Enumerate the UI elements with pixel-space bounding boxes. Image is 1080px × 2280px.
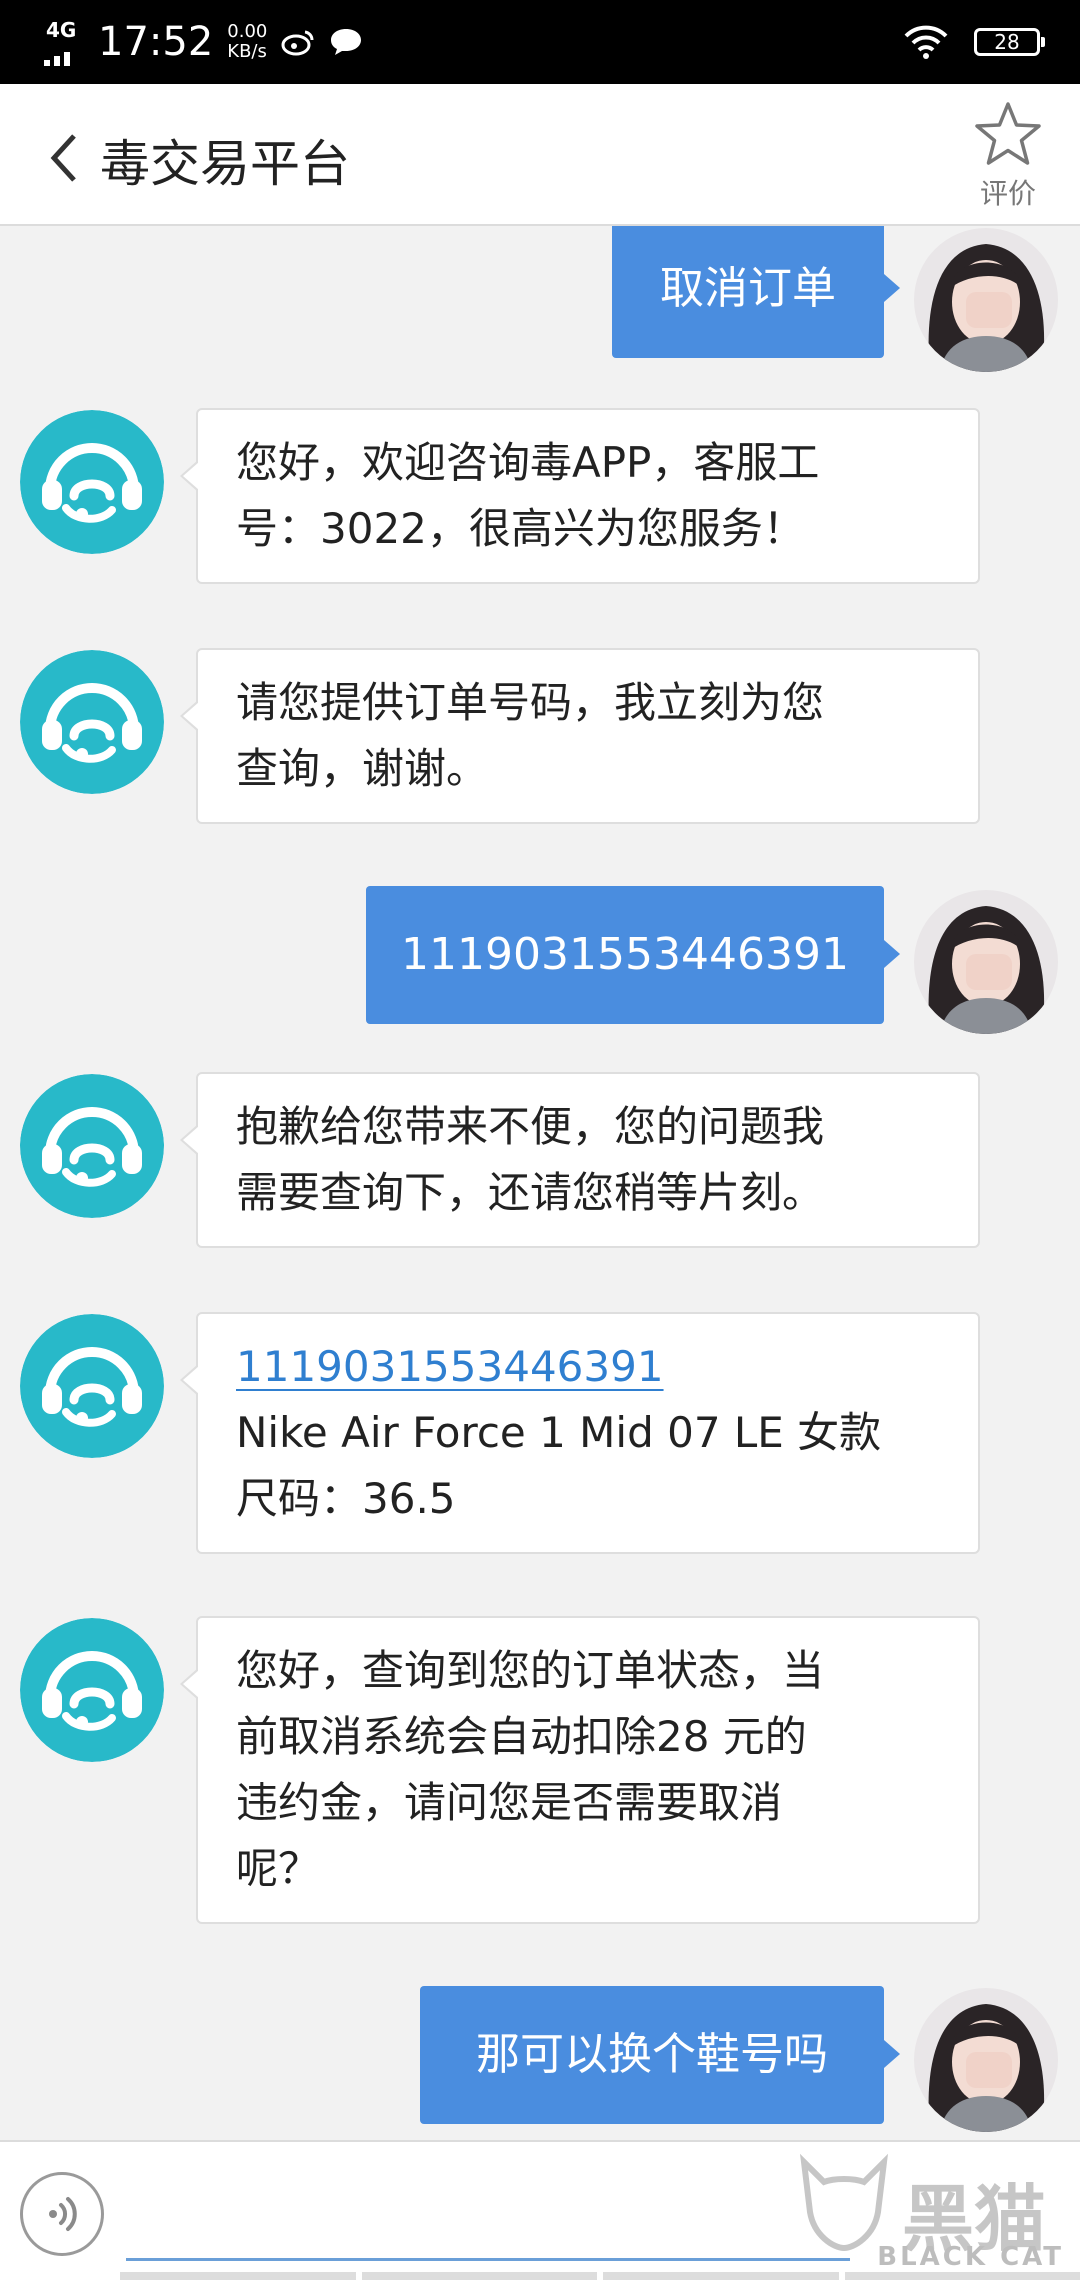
message-text: 取消订单	[660, 263, 836, 314]
agent-message: 请您提供订单号码，我立刻为您 查询，谢谢。	[180, 648, 980, 824]
agent-message: 抱歉给您带来不便，您的问题我 需要查询下，还请您稍等片刻。	[180, 1072, 980, 1248]
user-avatar[interactable]	[914, 228, 1058, 372]
rate-label: 评价	[979, 177, 1036, 210]
network-type: 4G	[46, 18, 77, 42]
agent-avatar[interactable]	[20, 650, 164, 794]
agent-headset-icon	[20, 650, 164, 794]
keyboard-edge	[120, 2272, 1080, 2280]
user-avatar[interactable]	[914, 890, 1058, 1034]
page-title: 毒交易平台	[100, 135, 350, 193]
message-line: 违约金，请问您是否需要取消	[236, 1778, 783, 1827]
message-line: 前取消系统会自动扣除28 元的	[236, 1712, 807, 1761]
user-message: 那可以换个鞋号吗	[420, 1986, 900, 2124]
user-message: 取消订单	[612, 226, 900, 358]
chat-area[interactable]: 取消订单 您好，欢迎咨询毒APP，客服工 号：3022，很高兴为您服务！ 请您提…	[0, 226, 1080, 2140]
chat-icon	[331, 29, 362, 55]
message-line: 号：3022，很高兴为您服务！	[236, 504, 805, 553]
agent-message: 您好，查询到您的订单状态，当 前取消系统会自动扣除28 元的 违约金，请问您是否…	[180, 1616, 980, 1924]
order-number-link[interactable]: 1119031553446391	[236, 1342, 664, 1391]
message-line: 请您提供订单号码，我立刻为您	[236, 678, 825, 727]
battery-icon: 28	[974, 28, 1045, 56]
message-text: 那可以换个鞋号吗	[476, 2029, 828, 2080]
agent-headset-icon	[20, 1618, 164, 1762]
message-line: 呢？	[236, 1844, 321, 1893]
weibo-icon	[281, 30, 314, 56]
watermark: 黑猫 BLACK CAT	[794, 2152, 1064, 2278]
chat-header: 毒交易平台 评价	[0, 84, 1080, 226]
message-input[interactable]	[126, 2186, 850, 2261]
rate-button[interactable]: 评价	[972, 98, 1044, 212]
product-name: Nike Air Force 1 Mid 07 LE 女款	[236, 1408, 882, 1457]
input-bar: 黑猫 BLACK CAT	[0, 2140, 1080, 2280]
user-message: 1119031553446391	[366, 886, 900, 1024]
user-photo	[914, 1988, 1058, 2132]
star-icon	[975, 102, 1041, 165]
message-text: 1119031553446391	[401, 929, 849, 980]
agent-avatar[interactable]	[20, 1618, 164, 1762]
status-time: 17:52	[98, 19, 214, 65]
back-arrow-icon[interactable]	[44, 128, 84, 188]
message-line: 查询，谢谢。	[236, 744, 489, 793]
agent-avatar[interactable]	[20, 1314, 164, 1458]
speed-value: 0.00	[227, 21, 268, 42]
agent-avatar[interactable]	[20, 410, 164, 554]
message-line: 您好，欢迎咨询毒APP，客服工	[236, 438, 820, 487]
black-cat-logo	[799, 2153, 889, 2252]
network-signal-icon: 4G	[40, 14, 84, 70]
agent-avatar[interactable]	[20, 1074, 164, 1218]
message-line: 抱歉给您带来不便，您的问题我	[236, 1102, 825, 1151]
voice-icon	[49, 2197, 77, 2231]
status-bar: 4G 17:52 0.00 KB/s 28	[0, 0, 1080, 84]
wifi-icon	[904, 25, 948, 59]
agent-message: 您好，欢迎咨询毒APP，客服工 号：3022，很高兴为您服务！	[180, 408, 980, 584]
watermark-small: BLACK CAT	[877, 2242, 1064, 2272]
agent-headset-icon	[20, 410, 164, 554]
user-avatar[interactable]	[914, 1988, 1058, 2132]
order-info-message: 1119031553446391 Nike Air Force 1 Mid 07…	[180, 1312, 980, 1554]
network-speed: 0.00 KB/s	[227, 22, 267, 62]
message-line: 您好，查询到您的订单状态，当	[236, 1646, 825, 1695]
voice-button[interactable]	[20, 2172, 104, 2256]
agent-headset-icon	[20, 1074, 164, 1218]
product-size: 尺码：36.5	[236, 1474, 456, 1523]
user-photo	[914, 228, 1058, 372]
user-photo	[914, 890, 1058, 1034]
agent-headset-icon	[20, 1314, 164, 1458]
battery-level: 28	[994, 30, 1020, 54]
message-line: 需要查询下，还请您稍等片刻。	[236, 1168, 825, 1217]
speed-unit: KB/s	[227, 41, 267, 62]
